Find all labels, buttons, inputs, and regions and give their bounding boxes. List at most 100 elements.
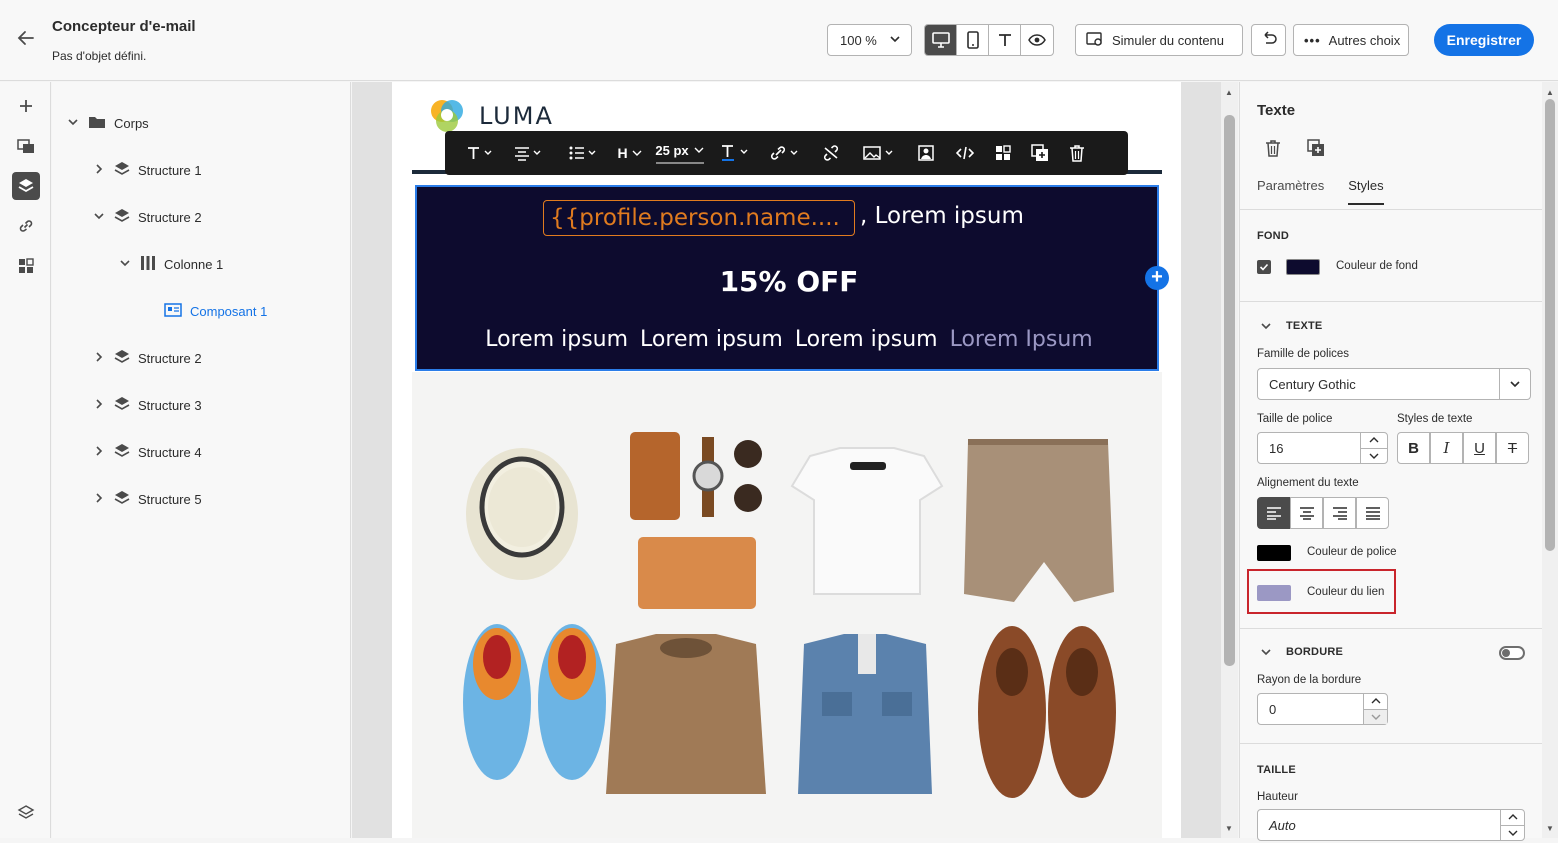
nav-link[interactable]: Lorem ipsum <box>640 327 783 352</box>
chevron-down-icon[interactable] <box>1364 709 1387 724</box>
tab-parameters[interactable]: Paramètres <box>1257 178 1324 205</box>
text-type-icon[interactable] <box>459 131 501 175</box>
chevron-right-icon[interactable] <box>92 351 106 366</box>
duplicate-icon[interactable] <box>1307 139 1325 162</box>
tree-item[interactable]: Structure 1 <box>92 159 202 181</box>
text-color-icon[interactable] <box>711 131 759 175</box>
tree-root[interactable]: Corps <box>66 112 149 134</box>
panel-scrollbar[interactable]: ▲ ▼ <box>1542 82 1558 838</box>
add-component-icon[interactable]: + <box>1145 266 1169 290</box>
personalization-token[interactable]: {{profile.person.name.... <box>543 200 855 236</box>
simulate-content-button[interactable]: Simuler du contenu <box>1075 24 1243 56</box>
assets-icon[interactable] <box>12 132 40 160</box>
fragments-icon[interactable] <box>12 252 40 280</box>
stepper-buttons[interactable] <box>1363 694 1387 724</box>
selected-text-component[interactable]: {{profile.person.name.... , Lorem ipsum … <box>415 185 1159 371</box>
add-icon[interactable] <box>12 92 40 120</box>
radius-input[interactable]: 0 <box>1269 702 1276 717</box>
tree-item[interactable]: Colonne 1 <box>118 253 223 275</box>
more-options-button[interactable]: ••• Autres choix <box>1293 24 1409 56</box>
fragment-icon[interactable] <box>985 131 1021 175</box>
tree-item[interactable]: Structure 4 <box>92 441 202 463</box>
tree-item[interactable]: Structure 5 <box>92 488 202 510</box>
tree-item[interactable]: Structure 2 <box>92 206 202 228</box>
link-color-swatch[interactable] <box>1257 585 1291 601</box>
font-size-input[interactable]: 16 <box>1269 441 1283 456</box>
preview-eye-icon[interactable] <box>1021 25 1053 55</box>
scroll-up-arrow-icon[interactable]: ▲ <box>1546 88 1554 97</box>
personalization-icon[interactable] <box>907 131 945 175</box>
text-view-icon[interactable] <box>989 25 1021 55</box>
nav-link[interactable]: Lorem Ipsum <box>950 327 1093 352</box>
unlink-icon[interactable] <box>811 131 851 175</box>
heading-icon[interactable]: H <box>611 131 649 175</box>
tree-item-selected[interactable]: Composant 1 <box>164 300 267 322</box>
chevron-right-icon[interactable] <box>92 398 106 413</box>
text-section-toggle[interactable]: TEXTE <box>1260 320 1322 332</box>
chevron-down-icon[interactable] <box>1361 449 1387 464</box>
scroll-thumb[interactable] <box>1224 115 1235 666</box>
product-image[interactable] <box>412 372 1162 838</box>
chevron-up-icon[interactable] <box>1501 810 1524 826</box>
font-size-stepper[interactable]: 16 <box>1257 432 1388 464</box>
bg-checkbox[interactable] <box>1257 260 1271 274</box>
tree-item[interactable]: Structure 3 <box>92 394 202 416</box>
border-section-toggle[interactable]: BORDURE <box>1260 646 1343 658</box>
greeting-text[interactable]: , Lorem ipsum <box>860 203 1024 229</box>
height-stepper[interactable]: Auto <box>1257 809 1525 841</box>
canvas-scrollbar[interactable]: ▲ ▼ <box>1221 82 1238 838</box>
chevron-down-icon[interactable] <box>66 116 80 131</box>
strikethrough-icon[interactable]: T <box>1496 432 1529 464</box>
height-input[interactable]: Auto <box>1269 818 1296 833</box>
stepper-buttons[interactable] <box>1500 810 1524 840</box>
chevron-down-icon[interactable] <box>118 257 132 272</box>
radius-stepper[interactable]: 0 <box>1257 693 1388 725</box>
scroll-thumb[interactable] <box>1545 99 1555 551</box>
scroll-down-arrow-icon[interactable]: ▼ <box>1546 824 1554 833</box>
list-icon[interactable] <box>555 131 611 175</box>
align-center-icon[interactable] <box>1290 497 1323 529</box>
link-icon[interactable] <box>12 212 40 240</box>
border-toggle[interactable] <box>1499 646 1525 660</box>
chevron-right-icon[interactable] <box>92 163 106 178</box>
underline-icon[interactable]: U <box>1463 432 1496 464</box>
code-icon[interactable] <box>945 131 985 175</box>
align-left-icon[interactable] <box>1257 497 1290 529</box>
save-button[interactable]: Enregistrer <box>1434 24 1534 56</box>
back-arrow-icon[interactable] <box>14 28 38 52</box>
italic-icon[interactable]: I <box>1430 432 1463 464</box>
stepper-buttons[interactable] <box>1360 433 1387 463</box>
chevron-up-icon[interactable] <box>1364 694 1387 710</box>
insert-link-icon[interactable] <box>759 131 811 175</box>
chevron-right-icon[interactable] <box>92 492 106 507</box>
align-justify-icon[interactable] <box>1356 497 1389 529</box>
font-size-select[interactable]: 25 px <box>649 131 711 175</box>
nav-link[interactable]: Lorem ipsum <box>795 327 938 352</box>
duplicate-icon[interactable] <box>1021 131 1059 175</box>
font-color-swatch[interactable] <box>1257 545 1291 561</box>
align-center-icon[interactable] <box>501 131 555 175</box>
simulate-icon <box>1086 31 1104 50</box>
tab-styles[interactable]: Styles <box>1348 178 1384 205</box>
font-family-select[interactable]: Century Gothic <box>1257 368 1531 400</box>
scroll-up-arrow-icon[interactable]: ▲ <box>1225 88 1233 97</box>
delete-icon[interactable] <box>1265 139 1281 162</box>
zoom-select[interactable]: 100 % <box>827 24 912 56</box>
align-right-icon[interactable] <box>1323 497 1356 529</box>
chevron-up-icon[interactable] <box>1361 433 1387 449</box>
chevron-right-icon[interactable] <box>92 445 106 460</box>
offer-text[interactable]: 15% OFF <box>417 265 1161 298</box>
scroll-down-arrow-icon[interactable]: ▼ <box>1225 824 1233 833</box>
layers-icon[interactable] <box>12 172 40 200</box>
nav-link[interactable]: Lorem ipsum <box>485 327 628 352</box>
mobile-view-icon[interactable] <box>957 25 989 55</box>
tree-item[interactable]: Structure 2 <box>92 347 202 369</box>
chevron-down-icon[interactable] <box>92 210 106 225</box>
image-icon[interactable] <box>851 131 907 175</box>
bg-color-swatch[interactable] <box>1286 259 1320 275</box>
delete-icon[interactable] <box>1059 131 1095 175</box>
bold-icon[interactable]: B <box>1397 432 1430 464</box>
layer-settings-icon[interactable] <box>12 799 40 827</box>
desktop-view-icon[interactable] <box>925 25 957 55</box>
undo-button[interactable] <box>1251 24 1286 56</box>
